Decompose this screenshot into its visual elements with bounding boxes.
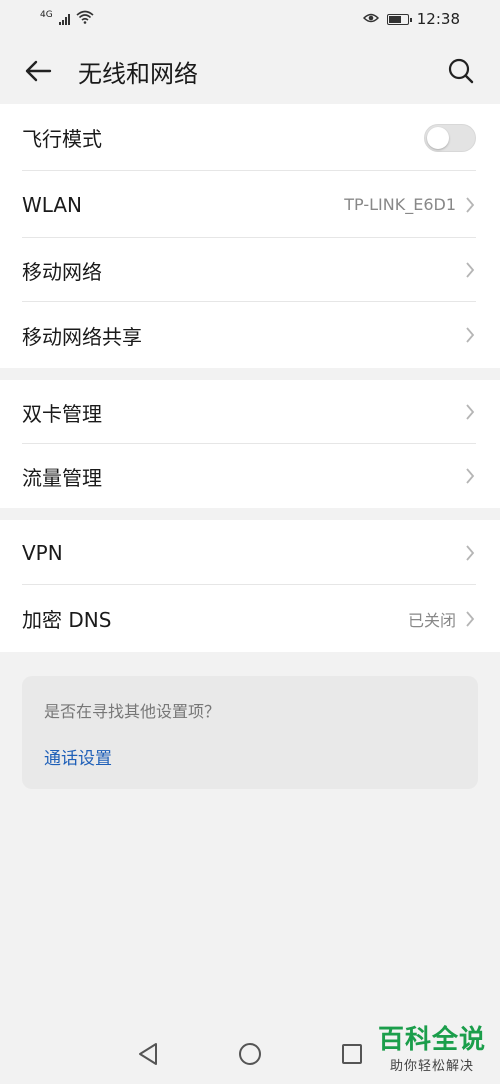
back-triangle-icon[interactable]	[133, 1039, 163, 1069]
watermark-subtitle: 助你轻松解决	[389, 1059, 474, 1074]
settings-group-connections: 飞行模式 WLAN TP-LINK_E6D1 移动网络 移动网络共享	[0, 104, 500, 368]
chevron-right-icon	[464, 402, 476, 422]
chevron-right-icon	[464, 466, 476, 486]
row-vpn[interactable]: VPN	[0, 520, 500, 585]
home-circle-icon[interactable]	[235, 1039, 265, 1069]
row-encrypted-dns[interactable]: 加密 DNS 已关闭	[0, 585, 500, 652]
row-label: WLAN	[22, 192, 83, 217]
back-arrow-icon[interactable]	[22, 55, 54, 87]
status-left: 4G	[40, 10, 94, 28]
row-label: VPN	[22, 540, 63, 565]
watermark: 百科全说 助你轻松解决	[378, 1025, 486, 1074]
signal-icon	[58, 13, 70, 25]
settings-group-sim: 双卡管理 流量管理	[0, 380, 500, 508]
chevron-right-icon	[464, 260, 476, 280]
chevron-right-icon	[464, 325, 476, 345]
row-dual-sim[interactable]: 双卡管理	[0, 380, 500, 444]
wlan-network-name: TP-LINK_E6D1	[344, 195, 456, 214]
row-tethering[interactable]: 移动网络共享	[0, 302, 500, 368]
suggestion-card: 是否在寻找其他设置项？ 通话设置	[22, 676, 478, 789]
row-label: 加密 DNS	[22, 608, 112, 632]
eye-comfort-icon	[362, 10, 379, 28]
chevron-right-icon	[464, 195, 476, 215]
call-settings-link[interactable]: 通话设置	[44, 744, 112, 769]
row-label: 移动网络	[22, 259, 102, 284]
status-time: 12:38	[416, 10, 460, 28]
battery-icon	[386, 13, 412, 25]
row-label: 移动网络共享	[22, 324, 142, 349]
watermark-title: 百科全说	[377, 1025, 486, 1055]
chevron-right-icon	[464, 609, 476, 629]
row-label: 流量管理	[22, 465, 102, 490]
row-airplane-mode[interactable]: 飞行模式	[0, 104, 500, 171]
page-title: 无线和网络	[78, 59, 198, 88]
recents-square-icon[interactable]	[337, 1039, 367, 1069]
airplane-mode-toggle[interactable]	[424, 123, 476, 152]
row-label: 双卡管理	[22, 401, 102, 426]
app-bar: 无线和网络	[0, 38, 500, 104]
row-wlan[interactable]: WLAN TP-LINK_E6D1	[0, 171, 500, 238]
wifi-icon	[76, 10, 94, 28]
row-label: 飞行模式	[22, 127, 102, 151]
search-icon[interactable]	[444, 54, 478, 88]
status-right: 12:38	[362, 10, 460, 28]
status-bar: 4G 12:38	[0, 0, 500, 38]
row-data-usage[interactable]: 流量管理	[0, 444, 500, 508]
suggestion-question: 是否在寻找其他设置项？	[44, 702, 221, 721]
encrypted-dns-status: 已关闭	[407, 610, 456, 630]
chevron-right-icon	[464, 543, 476, 563]
settings-group-vpn-dns: VPN 加密 DNS 已关闭	[0, 520, 500, 652]
network-type: 4G	[40, 10, 53, 20]
row-mobile-network[interactable]: 移动网络	[0, 238, 500, 302]
